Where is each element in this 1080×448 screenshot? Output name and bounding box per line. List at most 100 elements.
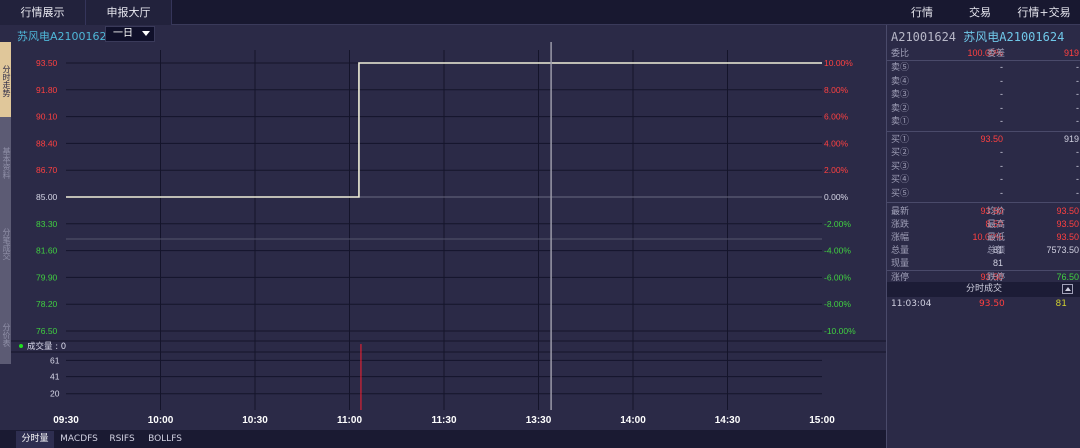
bid-qty: -	[1076, 187, 1079, 198]
time-tick-label: 14:30	[715, 415, 741, 426]
price-tick-label: 76.50	[36, 326, 58, 336]
tab-volume[interactable]: 分时量	[16, 431, 54, 448]
volume-dot-icon	[19, 344, 23, 348]
time-tick-label: 11:30	[431, 415, 456, 426]
ask-qty: -	[1076, 102, 1079, 113]
ask-price: -	[1000, 89, 1003, 99]
stat-label: 涨幅	[891, 232, 910, 242]
ask-label: 卖②	[891, 102, 910, 113]
bid-price: 93.50	[980, 133, 1003, 144]
time-tick-label: 09:30	[53, 415, 79, 426]
bid-qty: 919	[1063, 133, 1079, 144]
bid-row: 买⑤ - -	[887, 187, 1080, 200]
ask-label: 卖①	[891, 116, 910, 126]
ask-label: 卖⑤	[891, 62, 910, 72]
chart-title: 苏风电A21001624	[17, 30, 114, 43]
price-tick-label: 85.00	[36, 192, 58, 202]
app-window: 行情展示 申报大厅 行情 交易 行情+交易 分时走势 基本资料 分笔成交 分价表…	[0, 0, 1080, 448]
ask-row: 卖④ - -	[887, 75, 1080, 88]
time-tick-label: 11:00	[337, 415, 362, 426]
price-tick-label: 93.50	[36, 58, 58, 68]
time-tick-label: 15:00	[809, 415, 835, 426]
pct-tick-label: -2.00%	[824, 219, 851, 229]
order-diff-label: 委差	[987, 48, 1006, 58]
tab-quote[interactable]: 行情	[898, 0, 946, 25]
ask-row: 卖② - -	[887, 102, 1080, 115]
stat-row: 现量 81	[887, 257, 1080, 270]
time-tick-label: 14:00	[620, 415, 646, 426]
security-title: A21001624 苏风电A21001624	[891, 28, 1064, 45]
bid-label: 买①	[891, 133, 910, 144]
stat-label: 最高	[987, 219, 1006, 229]
stat-label: 最新	[891, 206, 910, 216]
price-tick-label: 91.80	[36, 85, 58, 95]
ask-row: 卖① - -	[887, 115, 1080, 128]
bid-qty: -	[1076, 160, 1079, 171]
pct-tick-label: 0.00%	[824, 192, 849, 202]
tab-macdfs[interactable]: MACDFS	[56, 431, 102, 448]
pct-tick-label: 6.00%	[824, 112, 849, 122]
ask-qty: -	[1076, 62, 1079, 72]
price-tick-label: 78.20	[36, 299, 58, 309]
divider	[887, 130, 1080, 132]
tick-trade-header: 分时成交	[887, 282, 1080, 297]
bid-row: 买④ - -	[887, 173, 1080, 186]
expand-up-icon[interactable]	[1062, 284, 1073, 294]
period-value: 一日	[113, 28, 133, 39]
order-ratio-label: 委比	[891, 48, 910, 58]
ask-price: -	[1000, 116, 1003, 126]
bid-price: -	[1000, 160, 1003, 171]
order-diff-value: 919	[1063, 48, 1079, 58]
bid-price: -	[1000, 147, 1003, 157]
bid-label: 买③	[891, 160, 910, 171]
time-tick-label: 10:30	[242, 415, 268, 426]
pct-tick-label: -6.00%	[824, 272, 851, 282]
bid-row: 买③ - -	[887, 160, 1080, 173]
stat-value: 93.50	[1056, 206, 1079, 216]
volume-tick-label: 61	[50, 355, 60, 365]
quote-panel: A21001624 苏风电A21001624 委比 100.00% 委差 919 卖⑤ -…	[886, 25, 1080, 448]
bid-price: -	[1000, 174, 1003, 184]
volume-tick-label: 41	[50, 372, 60, 382]
bid-row: 买② - -	[887, 146, 1080, 159]
bid-label: 买④	[891, 174, 910, 184]
bid-row: 买① 93.50 919	[887, 133, 1080, 146]
trade-qty: 81	[1055, 299, 1067, 309]
stat-row: 涨跌 8.50 最高 93.50	[887, 218, 1080, 231]
divider	[887, 202, 1080, 203]
stat-label: 现量	[891, 258, 910, 268]
stat-value: 93.50	[1056, 219, 1079, 229]
pct-tick-label: -10.00%	[824, 326, 856, 336]
stat-label: 最低	[987, 232, 1006, 242]
stat-value: 93.50	[1056, 232, 1079, 242]
trade-price: 93.50	[979, 299, 1005, 309]
bid-label: 买⑤	[891, 187, 910, 198]
pct-tick-label: 8.00%	[824, 85, 849, 95]
tab-rsifs[interactable]: RSIFS	[104, 431, 140, 448]
bid-price: -	[1000, 187, 1003, 198]
tab-bollfs[interactable]: BOLLFS	[142, 431, 188, 448]
stat-label: 均价	[987, 206, 1006, 216]
bid-qty: -	[1076, 147, 1079, 157]
stat-label: 总量	[891, 245, 910, 255]
ask-qty: -	[1076, 75, 1079, 86]
ask-label: 卖③	[891, 89, 910, 99]
tab-trade[interactable]: 交易	[956, 0, 1004, 25]
tab-quote-trade[interactable]: 行情+交易	[1008, 0, 1080, 25]
stat-row: 最新 93.50 均价 93.50	[887, 205, 1080, 218]
time-tick-label: 10:00	[148, 415, 174, 426]
ask-price: -	[1000, 62, 1003, 72]
trade-time: 11:03:04	[891, 299, 932, 309]
price-tick-label: 86.70	[36, 165, 58, 175]
period-dropdown[interactable]: 一日	[105, 26, 155, 42]
price-tick-label: 88.40	[36, 138, 58, 148]
ask-label: 卖④	[891, 75, 910, 86]
price-tick-label: 90.10	[36, 112, 58, 122]
stat-label: 总额	[987, 245, 1006, 255]
bid-qty: -	[1076, 174, 1079, 184]
price-tick-label: 79.90	[36, 272, 58, 282]
intraday-chart: 93.50 10.00% 91.80 8.00% 90.10 6.00% 88.40 4.00…	[11, 42, 886, 426]
security-name: 苏风电A21001624	[963, 30, 1065, 44]
pct-tick-label: 10.00%	[824, 58, 853, 68]
ask-row: 卖⑤ - -	[887, 61, 1080, 74]
